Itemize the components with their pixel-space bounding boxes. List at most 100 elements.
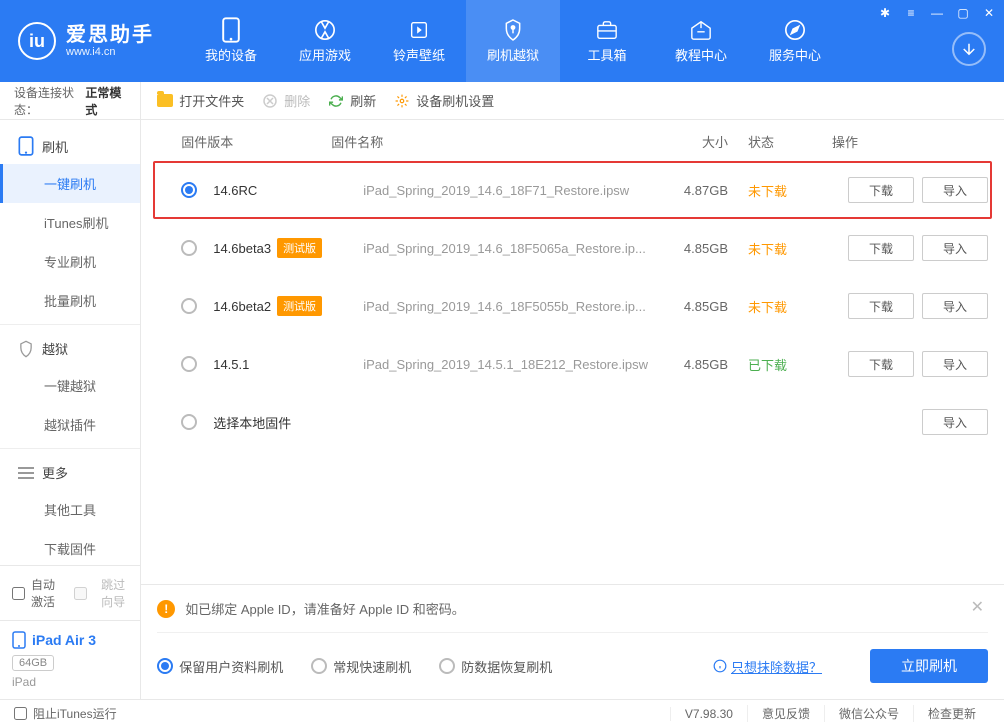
row-radio[interactable]: [181, 414, 197, 430]
nav-icon: [314, 19, 336, 41]
wechat-link[interactable]: 微信公众号: [824, 705, 913, 722]
nav-label: 服务中心: [769, 45, 821, 64]
import-button[interactable]: 导入: [922, 409, 988, 435]
firmware-row[interactable]: 14.6beta2测试版iPad_Spring_2019_14.6_18F505…: [153, 277, 992, 335]
nav-icon: [690, 19, 712, 41]
device-capacity: 64GB: [12, 655, 54, 671]
sidebar-item[interactable]: iTunes刷机: [0, 203, 140, 242]
normal-flash-option[interactable]: 常规快速刷机: [311, 657, 411, 676]
maximize-icon[interactable]: ▢: [954, 4, 972, 22]
anti-recovery-option[interactable]: 防数据恢复刷机: [439, 657, 552, 676]
row-radio[interactable]: [181, 298, 197, 314]
download-button[interactable]: 下载: [848, 351, 914, 377]
gear-icon: [394, 93, 410, 109]
sidebar-item[interactable]: 其他工具: [0, 490, 140, 529]
sidebar-group[interactable]: 刷机: [0, 126, 140, 164]
auto-activate-label: 自动激活: [31, 576, 58, 610]
download-button[interactable]: 下载: [848, 293, 914, 319]
download-button[interactable]: 下载: [848, 235, 914, 261]
logo-icon: iu: [18, 22, 56, 60]
sidebar-item[interactable]: 下载固件: [0, 529, 140, 565]
bottom-panel: ! 如已绑定 Apple ID，请准备好 Apple ID 和密码。 ✕ 保留用…: [141, 584, 1004, 699]
status-bar: 阻止iTunes运行 V7.98.30 意见反馈 微信公众号 检查更新: [0, 699, 1004, 727]
col-status: 状态: [728, 132, 808, 151]
device-name[interactable]: iPad Air 3: [12, 631, 128, 649]
col-name: 固件名称: [331, 132, 648, 151]
nav-icon: [784, 19, 806, 41]
auto-activate-checkbox[interactable]: [12, 587, 25, 600]
nav-4[interactable]: 工具箱: [560, 0, 654, 82]
nav-label: 我的设备: [205, 45, 257, 64]
download-button[interactable]: 下载: [848, 177, 914, 203]
import-button[interactable]: 导入: [922, 293, 988, 319]
firmware-row[interactable]: 14.6beta3测试版iPad_Spring_2019_14.6_18F506…: [153, 219, 992, 277]
sidebar-item[interactable]: 一键刷机: [0, 164, 140, 203]
main-panel: 打开文件夹 删除 刷新 设备刷机设置 固件版本 固件名称 大小 状态 操作 14…: [141, 82, 1004, 699]
sidebar-group[interactable]: 更多: [0, 453, 140, 490]
sidebar-group[interactable]: 越狱: [0, 329, 140, 366]
menu-icon[interactable]: ≡: [902, 4, 920, 22]
firmware-name: iPad_Spring_2019_14.6_18F71_Restore.ipsw: [363, 183, 648, 198]
status-value: 正常模式: [85, 84, 126, 118]
nav-5[interactable]: 教程中心: [654, 0, 748, 82]
refresh-button[interactable]: 刷新: [328, 91, 376, 110]
group-icon: [18, 136, 34, 156]
row-radio[interactable]: [181, 182, 197, 198]
flash-options: 保留用户资料刷机 常规快速刷机 防数据恢复刷机 只想抹除数据？ 立即刷机: [157, 633, 988, 687]
import-button[interactable]: 导入: [922, 351, 988, 377]
row-radio[interactable]: [181, 240, 197, 256]
firmware-name: iPad_Spring_2019_14.5.1_18E212_Restore.i…: [363, 357, 648, 372]
firmware-size: 4.87GB: [648, 183, 728, 198]
firmware-name: iPad_Spring_2019_14.6_18F5055b_Restore.i…: [363, 299, 648, 314]
flash-now-button[interactable]: 立即刷机: [870, 649, 988, 683]
nav-1[interactable]: 应用游戏: [278, 0, 372, 82]
keep-data-option[interactable]: 保留用户资料刷机: [157, 657, 283, 676]
sidebar-item[interactable]: 越狱插件: [0, 405, 140, 444]
sidebar-item[interactable]: 专业刷机: [0, 242, 140, 281]
import-button[interactable]: 导入: [922, 177, 988, 203]
firmware-row[interactable]: 14.6RCiPad_Spring_2019_14.6_18F71_Restor…: [153, 161, 992, 219]
firmware-row[interactable]: 14.5.1iPad_Spring_2019_14.5.1_18E212_Res…: [153, 335, 992, 393]
flash-settings-button[interactable]: 设备刷机设置: [394, 91, 494, 110]
skip-wizard-label: 跳过向导: [101, 576, 128, 610]
minimize-icon[interactable]: —: [928, 4, 946, 22]
sidebar: 设备连接状态： 正常模式 刷机一键刷机iTunes刷机专业刷机批量刷机越狱一键越…: [0, 82, 141, 699]
alert-close-icon[interactable]: ✕: [971, 597, 984, 617]
skip-wizard-checkbox[interactable]: [74, 587, 87, 600]
device-type: iPad: [12, 675, 128, 689]
sync-button[interactable]: [952, 32, 986, 66]
main-nav: 我的设备 应用游戏铃声壁纸刷机越狱工具箱 教程中心服务中心: [184, 0, 842, 82]
close-icon[interactable]: ✕: [980, 4, 998, 22]
row-radio[interactable]: [181, 356, 197, 372]
check-update-link[interactable]: 检查更新: [913, 705, 990, 722]
col-version: 固件版本: [181, 132, 331, 151]
nav-label: 工具箱: [587, 45, 626, 64]
nav-6[interactable]: 服务中心: [748, 0, 842, 82]
logo: iu 爱思助手 www.i4.cn: [18, 22, 154, 60]
nav-2[interactable]: 铃声壁纸: [372, 0, 466, 82]
sidebar-item[interactable]: 批量刷机: [0, 281, 140, 320]
local-firmware-row[interactable]: 选择本地固件导入: [153, 393, 992, 451]
open-folder-button[interactable]: 打开文件夹: [157, 91, 244, 110]
nav-icon: [408, 19, 430, 41]
nav-0[interactable]: 我的设备: [184, 0, 278, 82]
import-button[interactable]: 导入: [922, 235, 988, 261]
feedback-link[interactable]: 意见反馈: [747, 705, 824, 722]
app-title: 爱思助手: [66, 24, 154, 46]
delete-icon: [262, 93, 278, 109]
refresh-icon: [328, 93, 344, 109]
beta-badge: 测试版: [277, 296, 322, 316]
device-info: iPad Air 3 64GB iPad: [0, 620, 140, 699]
app-url: www.i4.cn: [66, 46, 154, 58]
bookmark-icon[interactable]: ✱: [876, 4, 894, 22]
nav-3[interactable]: 刷机越狱: [466, 0, 560, 82]
delete-button[interactable]: 删除: [262, 91, 310, 110]
block-itunes-checkbox[interactable]: [14, 707, 27, 720]
sidebar-item[interactable]: 一键越狱: [0, 366, 140, 405]
status-label: 设备连接状态：: [14, 84, 85, 118]
apple-id-alert: ! 如已绑定 Apple ID，请准备好 Apple ID 和密码。 ✕: [157, 585, 988, 633]
firmware-list: 14.6RCiPad_Spring_2019_14.6_18F71_Restor…: [141, 161, 1004, 584]
erase-data-link[interactable]: 只想抹除数据？: [713, 657, 822, 676]
app-header: iu 爱思助手 www.i4.cn 我的设备 应用游戏铃声壁纸刷机越狱工具箱 教程中…: [0, 0, 1004, 82]
firmware-version: 14.6RC: [213, 183, 363, 198]
